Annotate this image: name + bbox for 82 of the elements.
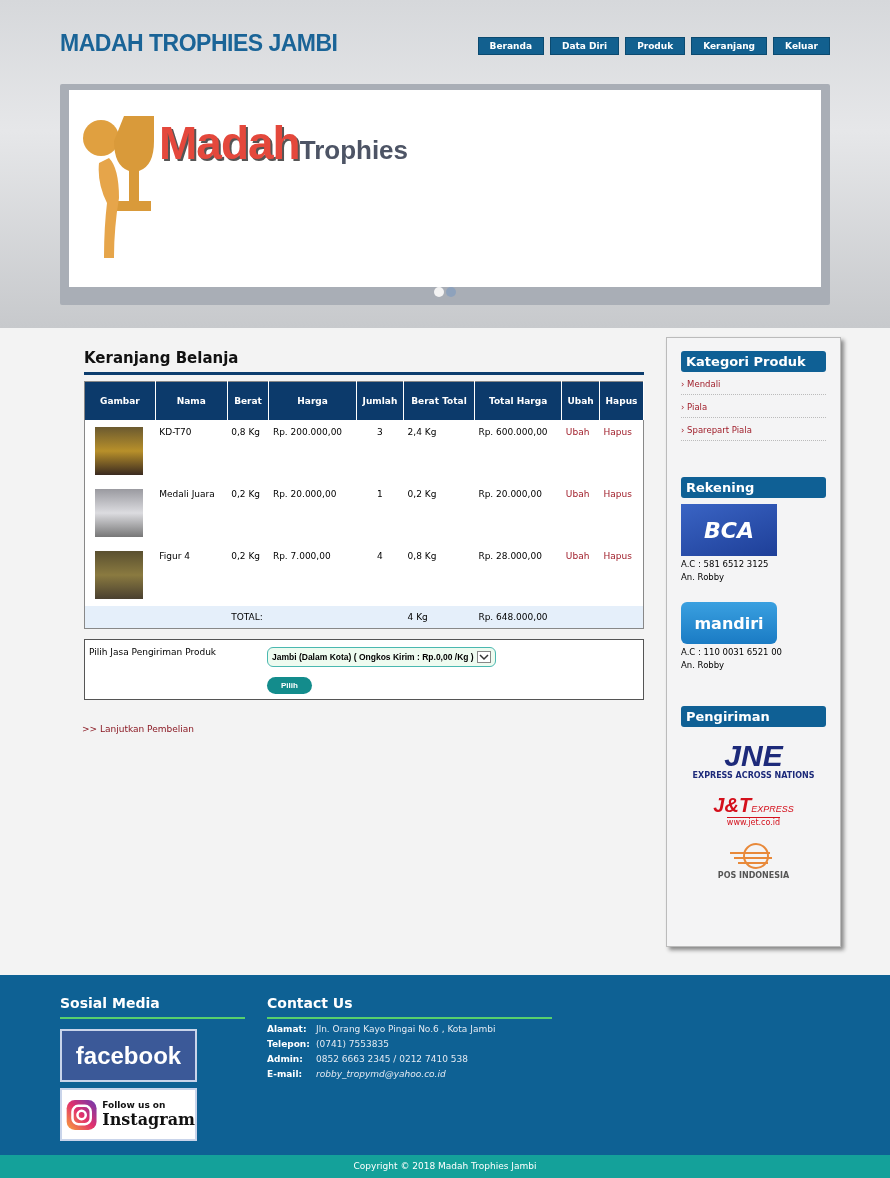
column-header: Hapus [599, 381, 644, 420]
nav-button[interactable]: Data Diri [550, 37, 620, 55]
section-heading: Pengiriman [681, 706, 826, 727]
table-cell: 0,2 Kg [227, 482, 269, 544]
column-header: Gambar [84, 381, 156, 420]
edit-link[interactable]: Ubah [565, 551, 590, 561]
nav-button[interactable]: Produk [625, 37, 686, 55]
table-cell: KD-T70 [155, 420, 228, 482]
total-weight: 4 Kg [403, 606, 475, 629]
table-cell: Rp. 20.000,00 [474, 482, 562, 544]
column-header: Berat Total [403, 381, 475, 420]
shipping-label: Pilih Jasa Pengiriman Produk [89, 647, 218, 659]
footer-heading: Contact Us [267, 995, 552, 1019]
edit-link[interactable]: Ubah [565, 427, 590, 437]
nav-button[interactable]: Keranjang [691, 37, 768, 55]
total-label: TOTAL: [227, 606, 357, 629]
table-cell: Medali Juara [155, 482, 228, 544]
delete-link[interactable]: Hapus [603, 489, 632, 499]
column-header: Total Harga [474, 381, 562, 420]
table-cell: 3 [356, 420, 404, 482]
account-holder: An. Robby [681, 572, 726, 582]
facebook-badge[interactable]: facebook [60, 1029, 197, 1082]
account-number: A.C : 581 6512 3125 [681, 559, 770, 569]
courier-logo: J&TEXPRESS www.jet.co.id [713, 794, 794, 827]
product-photo [95, 489, 143, 537]
column-header: Jumlah [356, 381, 404, 420]
table-cell: 0,2 Kg [403, 482, 475, 544]
contact-value: 0852 6663 2345 / 0212 7410 538 [316, 1054, 468, 1064]
contact-value: (0741) 7553835 [316, 1039, 389, 1049]
banner-logo: MadahTrophies [159, 116, 409, 170]
continue-link[interactable]: >> Lanjutkan Pembelian [82, 724, 644, 734]
total-price: Rp. 648.000,00 [474, 606, 562, 629]
courier-logo: JNE EXPRESS ACROSS NATIONS [692, 741, 815, 780]
table-cell: 0,2 Kg [227, 544, 269, 606]
table-cell: Rp. 200.000,00 [268, 420, 357, 482]
contact-value: Jln. Orang Kayo Pingai No.6 , Kota Jambi [316, 1024, 496, 1034]
product-photo [95, 551, 143, 599]
contact-label: Admin: [267, 1054, 304, 1064]
nav-button[interactable]: Keluar [773, 37, 830, 55]
account-number: A.C : 110 0031 6521 00 [681, 647, 783, 657]
table-cell: 0,8 Kg [403, 544, 475, 606]
category-link[interactable]: › Piala [681, 395, 826, 418]
contact-label: Telepon: [267, 1039, 311, 1049]
caret-icon [476, 651, 491, 663]
bank-logo: BCA [681, 504, 777, 556]
contact-value[interactable]: robby_tropymd@yahoo.co.id [316, 1069, 446, 1079]
footer-heading: Sosial Media [60, 995, 245, 1019]
table-cell: 2,4 Kg [403, 420, 475, 482]
copyright: Copyright © 2018 Madah Trophies Jambi [0, 1155, 890, 1178]
table-cell: 4 [356, 544, 404, 606]
table-cell: 0,8 Kg [227, 420, 269, 482]
table-cell: Rp. 20.000,00 [268, 482, 357, 544]
column-header: Nama [155, 381, 228, 420]
shipping-select[interactable]: Jambi (Dalam Kota) ( Ongkos Kirim : Rp.0,00 /Kg ) [267, 647, 496, 667]
account-holder: An. Robby [681, 660, 726, 670]
nav-button[interactable]: Beranda [477, 37, 544, 55]
cart-title: Keranjang Belanja [84, 349, 644, 375]
category-link[interactable]: › Mendali [681, 372, 826, 395]
table-cell: Rp. 28.000,00 [474, 544, 562, 606]
delete-link[interactable]: Hapus [603, 427, 632, 437]
slide-dot[interactable] [434, 287, 444, 297]
table-cell: Rp. 7.000,00 [268, 544, 357, 606]
slide-dot[interactable] [446, 287, 456, 297]
column-header: Berat [227, 381, 269, 420]
courier-logo: POS INDONESIA [717, 841, 790, 880]
contact-label: E-mail: [267, 1069, 304, 1079]
section-heading: Rekening [681, 477, 826, 498]
table-cell: 1 [356, 482, 404, 544]
delete-link[interactable]: Hapus [603, 551, 632, 561]
product-photo [95, 427, 143, 475]
table-cell: Figur 4 [155, 544, 228, 606]
site-title: MADAH TROPHIES JAMBI [60, 30, 338, 57]
bank-logo: mandiri [681, 602, 777, 644]
column-header: Ubah [561, 381, 600, 420]
contact-label: Alamat: [267, 1024, 308, 1034]
section-heading: Kategori Produk [681, 351, 826, 372]
table-cell: Rp. 600.000,00 [474, 420, 562, 482]
choose-button[interactable]: Pilih [267, 677, 312, 694]
edit-link[interactable]: Ubah [565, 489, 590, 499]
category-link[interactable]: › Sparepart Piala [681, 418, 826, 441]
instagram-badge[interactable]: Follow us on Instagram [60, 1088, 197, 1141]
column-header: Harga [268, 381, 357, 420]
